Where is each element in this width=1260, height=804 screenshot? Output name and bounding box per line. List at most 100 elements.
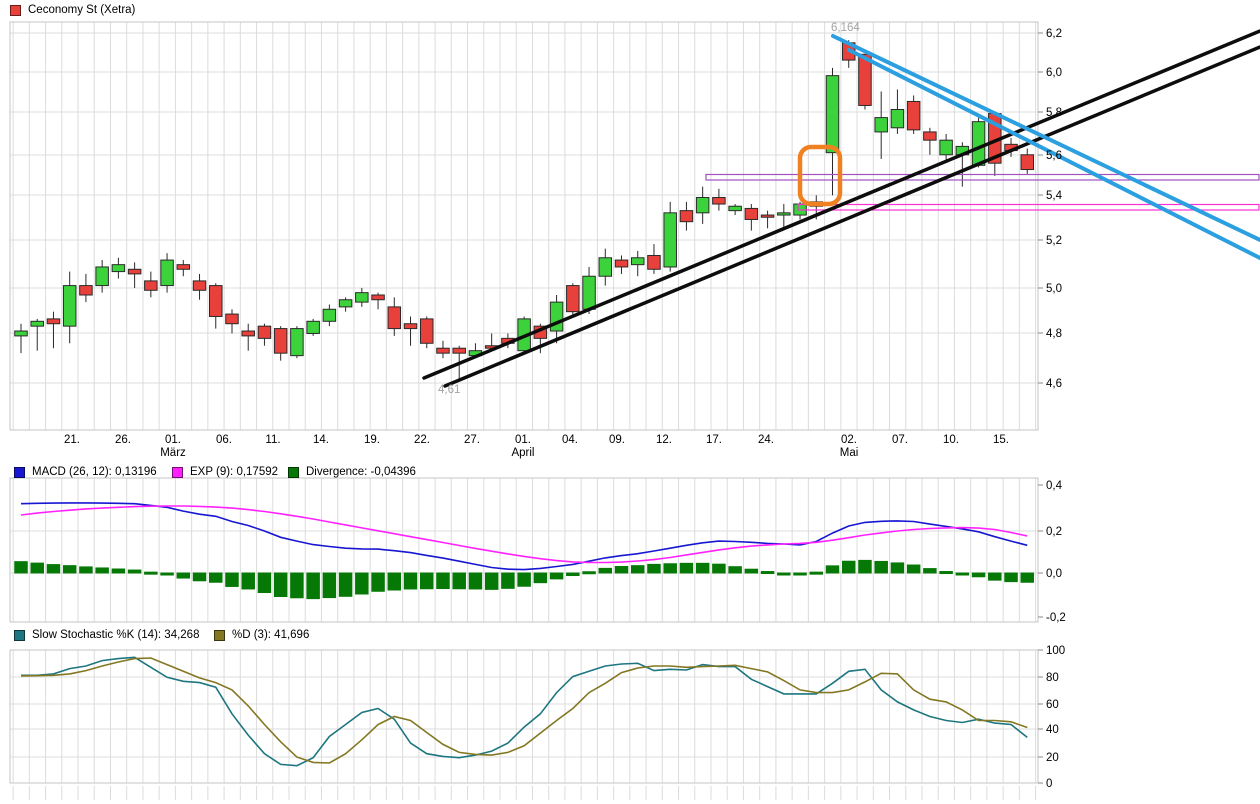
stoch-k-legend-label: Slow Stochastic %K (14): 34,268	[32, 629, 199, 641]
divergence-bar	[291, 573, 304, 598]
axis-label: -0,2	[1046, 612, 1066, 624]
axis-label: 4,6	[1046, 378, 1062, 390]
candle-up	[15, 331, 28, 336]
divergence-bar	[842, 561, 855, 573]
candle-up	[307, 321, 320, 333]
divergence-bar	[307, 573, 320, 599]
axis-label: 01.	[165, 434, 181, 446]
axis-label: 6,2	[1046, 28, 1062, 40]
candle-down	[615, 260, 628, 267]
candle-down	[242, 331, 255, 336]
candle-down	[907, 101, 920, 129]
axis-label: 06.	[216, 434, 232, 446]
divergence-bar	[518, 573, 531, 586]
axis-label: 04.	[562, 434, 578, 446]
divergence-bar	[761, 572, 774, 574]
axis-label: 20	[1046, 752, 1059, 764]
axis-label: 12.	[656, 434, 672, 446]
candle-down	[421, 319, 434, 343]
divergence-bar	[372, 573, 385, 591]
divergence-bar	[940, 572, 953, 574]
axis-label: 15.	[993, 434, 1009, 446]
stochastic-line	[21, 657, 1027, 765]
divergence-bar	[15, 562, 28, 573]
divergence-bar	[583, 572, 596, 574]
candle-up	[664, 213, 677, 267]
divergence-bar	[339, 573, 352, 596]
axis-label: 5,4	[1046, 190, 1063, 202]
divergence-bar	[567, 573, 580, 576]
divergence-bar	[989, 573, 1002, 580]
divergence-bar	[972, 573, 985, 577]
divergence-bar	[112, 569, 125, 573]
axis-label: 5,6	[1046, 150, 1062, 162]
candle-up	[972, 122, 985, 166]
axis-label: 22.	[414, 434, 430, 446]
candle-down	[567, 286, 580, 312]
divergence-bar	[96, 568, 109, 573]
divergence-bar	[63, 566, 76, 573]
axis-label: 5,0	[1046, 283, 1062, 295]
divergence-bar	[664, 564, 677, 573]
axis-label: 14.	[313, 434, 329, 446]
divergence-bar	[242, 573, 255, 589]
stock-chart-app: 6,26,05,85,65,45,25,04,84,621.26.01.06.1…	[0, 0, 1260, 804]
macd-marker-icon	[14, 467, 25, 478]
candle-up	[583, 276, 596, 309]
candle-down	[761, 215, 774, 217]
divergence-bar	[323, 573, 336, 598]
axis-label: 0	[1046, 778, 1052, 790]
candle-up	[778, 213, 791, 215]
candle-down	[80, 286, 93, 295]
candle-down	[47, 319, 60, 324]
divergence-bar	[534, 573, 547, 583]
divergence-bar	[80, 567, 93, 573]
axis-label: 4,8	[1046, 328, 1062, 340]
axis-label: 6,0	[1046, 67, 1062, 79]
divergence-bar	[388, 573, 401, 590]
divergence-bar	[956, 573, 969, 575]
candle-up	[826, 76, 839, 153]
divergence-bar	[469, 573, 482, 589]
divergence-bar	[1021, 573, 1034, 582]
stochastic-line	[21, 658, 1027, 763]
divergence-bar	[615, 566, 628, 573]
axis-label: 5,8	[1046, 107, 1062, 119]
divergence-bar	[1005, 573, 1018, 582]
divergence-bar	[826, 566, 839, 573]
divergence-bar	[161, 573, 174, 575]
panel-frame	[10, 22, 1038, 430]
axis-label: 80	[1046, 672, 1059, 684]
candle-down	[1021, 155, 1034, 170]
macd-legend-item-1: MACD (26, 12): 0,13196	[14, 466, 157, 478]
divergence-bar	[696, 563, 709, 573]
axis-label: 60	[1046, 699, 1059, 711]
candle-down	[453, 348, 466, 353]
candle-up	[63, 286, 76, 327]
indicator-line	[21, 503, 1027, 570]
uptrend-line-2	[445, 47, 1260, 386]
axis-label: 19.	[364, 434, 380, 446]
divergence-bar	[924, 569, 937, 573]
divergence-bar	[891, 563, 904, 573]
candle-down	[680, 211, 693, 222]
divergence-bar	[810, 572, 823, 574]
macd-legend-item-2: EXP (9): 0,17592	[172, 466, 278, 478]
axis-label: 24.	[758, 434, 774, 446]
candle-down	[226, 314, 239, 324]
axis-label: März	[160, 447, 186, 459]
stoch-legend-item-2: %D (3): 41,696	[214, 629, 309, 641]
candle-down	[404, 324, 417, 329]
divergence-bar	[177, 573, 190, 578]
high-price-annotation: 6,164	[831, 22, 860, 34]
axis-label: 0,2	[1046, 526, 1062, 538]
divergence-bar	[404, 573, 417, 589]
main-legend: Ceconomy St (Xetra)	[10, 4, 135, 16]
candle-down	[372, 295, 385, 300]
candle-down	[745, 208, 758, 219]
divergence-bar	[485, 573, 498, 589]
candle-down	[210, 286, 223, 317]
axis-label: 01.	[515, 434, 531, 446]
divergence-bar	[778, 573, 791, 575]
stoch-legend-item-1: Slow Stochastic %K (14): 34,268	[14, 629, 199, 641]
